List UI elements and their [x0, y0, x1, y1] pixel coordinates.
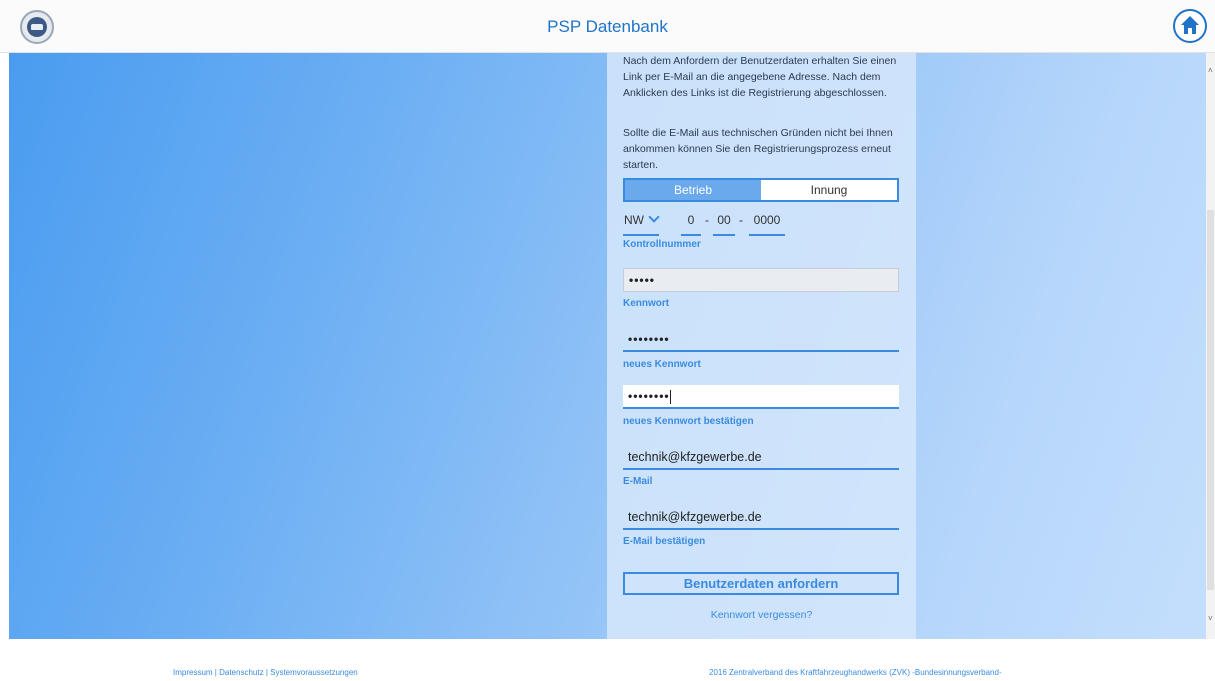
control-number-part3[interactable]: 0000: [749, 210, 785, 236]
confirm-email-label: E-Mail bestätigen: [623, 536, 706, 547]
registration-form: Nach dem Anfordern der Benutzerdaten erh…: [607, 53, 916, 639]
scroll-up-icon[interactable]: ˄: [1208, 66, 1213, 75]
forgot-password-link[interactable]: Kennwort vergessen?: [607, 609, 916, 621]
segment-betrieb[interactable]: Betrieb: [625, 180, 761, 200]
datenschutz-link[interactable]: Datenschutz: [219, 668, 263, 677]
control-number-label: Kontrollnummer: [623, 239, 701, 250]
control-number-part1[interactable]: 0: [681, 210, 701, 236]
email-label: E-Mail: [623, 476, 653, 487]
page-footer: Impressum | Datenschutz | Systemvorausse…: [0, 639, 1215, 681]
request-credentials-button[interactable]: Benutzerdaten anfordern: [623, 572, 899, 595]
account-type-toggle: Betrieb Innung: [623, 178, 899, 202]
segment-innung[interactable]: Innung: [761, 180, 897, 200]
separator: -: [739, 213, 743, 227]
copyright-text: 2016 Zentralverband des Kraftfahrzeughan…: [709, 668, 1002, 677]
confirm-password-field[interactable]: ••••••••: [623, 385, 899, 409]
scrollbar-thumb[interactable]: [1207, 210, 1214, 590]
app-header: PSP Datenbank: [0, 0, 1215, 53]
info-text-restart: Sollte die E-Mail aus technischen Gründe…: [623, 127, 893, 171]
info-text-link: Nach dem Anfordern der Benutzerdaten erh…: [623, 55, 897, 99]
systemvoraussetzungen-link[interactable]: Systemvoraussetzungen: [270, 668, 358, 677]
separator: |: [214, 668, 217, 677]
scroll-down-icon[interactable]: ˅: [1208, 614, 1213, 623]
email-field[interactable]: technik@kfzgewerbe.de: [623, 446, 899, 470]
region-select[interactable]: NW: [623, 210, 660, 236]
impressum-link[interactable]: Impressum: [173, 668, 213, 677]
home-button[interactable]: [1173, 9, 1207, 43]
confirm-password-value: ••••••••: [628, 389, 670, 403]
new-password-field[interactable]: ••••••••: [623, 328, 899, 352]
separator: -: [705, 213, 709, 227]
main-background: Nach dem Anfordern der Benutzerdaten erh…: [9, 53, 1206, 639]
chevron-down-icon: [648, 211, 660, 223]
footer-links: Impressum | Datenschutz | Systemvorausse…: [173, 668, 358, 677]
password-field[interactable]: •••••: [623, 268, 899, 292]
confirm-email-field[interactable]: technik@kfzgewerbe.de: [623, 506, 899, 530]
control-number-part2[interactable]: 00: [713, 210, 735, 236]
new-password-label: neues Kennwort: [623, 359, 701, 370]
page-title: PSP Datenbank: [547, 17, 668, 36]
separator: |: [265, 668, 268, 677]
password-label: Kennwort: [623, 298, 670, 309]
confirm-password-label: neues Kennwort bestätigen: [623, 416, 754, 427]
region-value: NW: [624, 213, 644, 227]
text-cursor: [669, 389, 671, 404]
